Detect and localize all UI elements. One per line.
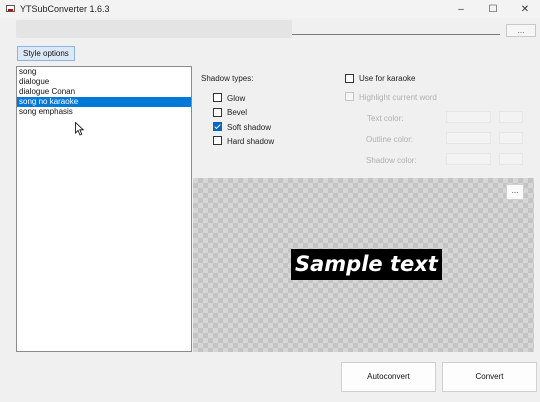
use-for-karaoke-label: Use for karaoke	[359, 74, 416, 83]
style-options-panel: song dialogue dialogue Conan song no kar…	[0, 62, 540, 356]
text-color-swatch	[446, 111, 491, 123]
outline-color-label: Outline color:	[366, 135, 414, 144]
shadow-color-label: Shadow color:	[366, 156, 417, 165]
app-icon	[6, 5, 15, 12]
soft-shadow-label: Soft shadow	[227, 123, 272, 132]
close-button[interactable]: ✕	[510, 0, 540, 18]
list-item[interactable]: dialogue Conan	[17, 87, 191, 97]
list-item[interactable]: song emphasis	[17, 107, 191, 117]
bevel-checkbox[interactable]	[213, 108, 222, 117]
shadow-types-heading: Shadow types:	[201, 74, 254, 83]
hard-shadow-label: Hard shadow	[227, 137, 275, 146]
list-item-selected[interactable]: song no karaoke	[17, 97, 191, 107]
list-item[interactable]: dialogue	[17, 77, 191, 87]
convert-button[interactable]: Convert	[442, 362, 537, 392]
minimize-button[interactable]: –	[446, 0, 476, 18]
tab-style-options[interactable]: Style options	[17, 46, 75, 61]
outline-color-picker-button[interactable]	[499, 132, 523, 144]
styles-list[interactable]: song dialogue dialogue Conan song no kar…	[16, 66, 192, 352]
preview-area: ... Sample text	[193, 178, 534, 352]
preview-background-button[interactable]: ...	[506, 184, 524, 200]
glow-checkbox[interactable]	[213, 93, 222, 102]
maximize-button[interactable]: ☐	[478, 0, 508, 18]
footer: Autoconvert Convert	[0, 356, 540, 402]
url-input-blurred[interactable]	[16, 20, 292, 38]
soft-shadow-checkbox[interactable]	[213, 122, 222, 131]
hard-shadow-checkbox[interactable]	[213, 136, 222, 145]
use-for-karaoke-checkbox[interactable]	[345, 74, 354, 83]
url-input[interactable]	[292, 20, 500, 35]
bevel-label: Bevel	[227, 108, 248, 117]
toolbar: ...	[0, 18, 540, 43]
list-item[interactable]: song	[17, 67, 191, 77]
mouse-cursor-icon	[75, 122, 85, 136]
sample-text: Sample text	[291, 249, 442, 280]
outline-color-swatch	[446, 132, 491, 144]
shadow-color-picker-button[interactable]	[499, 153, 523, 165]
title-bar: YTSubConverter 1.6.3 – ☐ ✕	[0, 0, 540, 18]
text-color-picker-button[interactable]	[499, 111, 523, 123]
autoconvert-button[interactable]: Autoconvert	[341, 362, 436, 392]
text-color-label: Text color:	[367, 114, 404, 123]
tab-strip: Style options	[0, 42, 540, 62]
highlight-word-label: Highlight current word	[359, 93, 437, 102]
browse-button[interactable]: ...	[506, 24, 536, 37]
highlight-word-checkbox[interactable]	[345, 92, 354, 101]
window-title: YTSubConverter 1.6.3	[20, 4, 110, 14]
shadow-color-swatch	[446, 153, 491, 165]
glow-label: Glow	[227, 94, 246, 103]
